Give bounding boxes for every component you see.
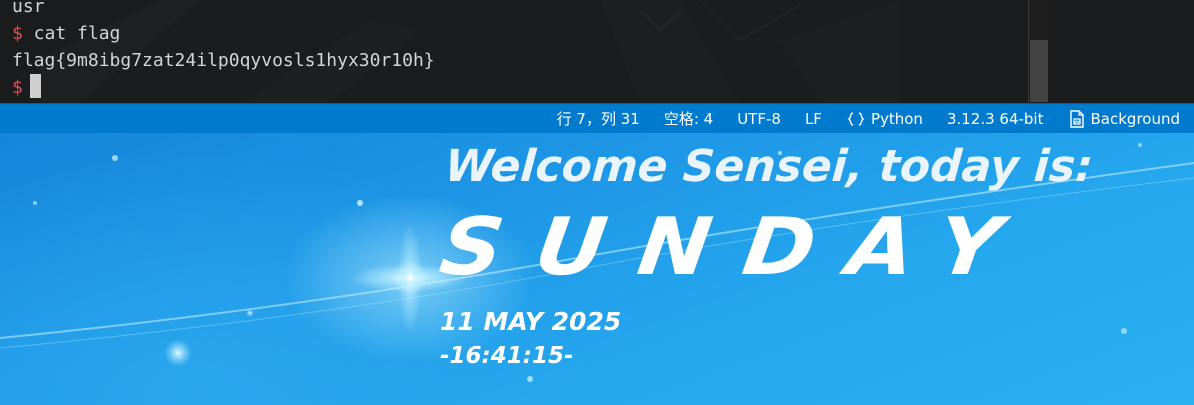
terminal-panel[interactable]: usr $ cat flag flag{9m8ibg7zat24ilp0qyvo… [0, 0, 1194, 103]
terminal-prompt: $ [12, 77, 23, 98]
braces-icon [847, 111, 865, 126]
status-cursor-position[interactable]: 行 7，列 31 [557, 108, 640, 129]
status-bar: 行 7，列 31 空格: 4 UTF-8 LF Python 3.12.3 64… [0, 103, 1194, 133]
terminal-text: cat flag [22, 23, 121, 44]
terminal-text: flag{9m8ibg7zat24ilp0qyvosls1hyx30r10h} [12, 50, 435, 71]
terminal-line: usr [12, 0, 435, 20]
welcome-message: Welcome Sensei, today is: [443, 141, 1095, 192]
file-image-icon [1069, 109, 1084, 128]
status-eol[interactable]: LF [805, 110, 822, 128]
status-interpreter[interactable]: 3.12.3 64-bit [947, 110, 1044, 128]
day-of-week: SUNDAY [434, 201, 1040, 294]
clock-time: -16:41:15- [440, 343, 574, 369]
terminal-prompt: $ [12, 23, 23, 44]
status-background[interactable]: Background [1068, 109, 1181, 128]
scrollbar-thumb[interactable] [1030, 40, 1048, 102]
terminal-line: $ cat flag [12, 20, 435, 47]
terminal-line: flag{9m8ibg7zat24ilp0qyvosls1hyx30r10h} [12, 47, 435, 74]
status-language-label: Python [870, 109, 923, 128]
terminal-text: usr [12, 0, 45, 17]
status-encoding[interactable]: UTF-8 [737, 110, 781, 128]
status-background-label: Background [1090, 109, 1181, 128]
status-language-mode[interactable]: Python [846, 110, 923, 128]
desktop-wallpaper: Welcome Sensei, today is: SUNDAY 11 MAY … [0, 133, 1194, 405]
terminal-scrollbar[interactable] [1029, 0, 1049, 103]
terminal-line[interactable]: $ [12, 74, 435, 101]
status-indentation[interactable]: 空格: 4 [664, 108, 713, 129]
terminal-cursor [29, 74, 41, 98]
date-label: 11 MAY 2025 [440, 307, 622, 336]
